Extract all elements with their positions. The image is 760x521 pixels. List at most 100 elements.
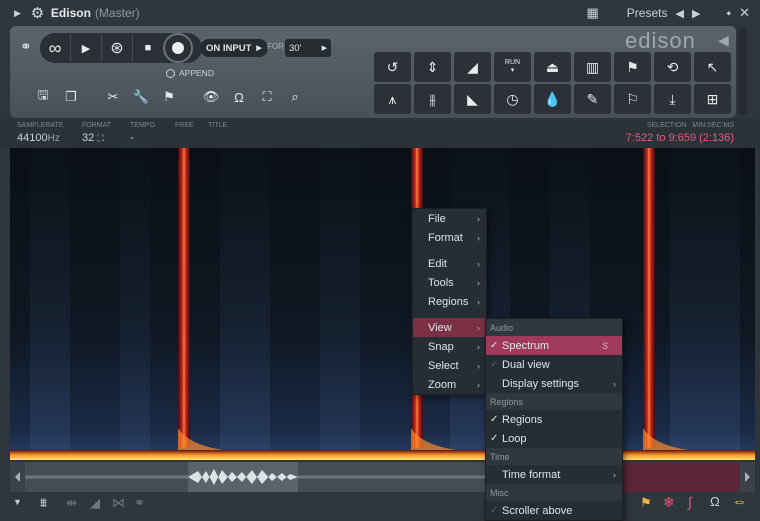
record-button[interactable]: [163, 33, 193, 63]
check-icon: ✓: [490, 359, 499, 370]
curve-icon[interactable]: ∫: [688, 494, 692, 510]
chevron-right-icon: ›: [477, 277, 480, 288]
stop-button[interactable]: ■: [133, 34, 163, 62]
samplerate-value: 44100: [17, 132, 48, 144]
chevron-right-icon: ▶: [321, 45, 327, 52]
append-label: APPEND: [179, 68, 214, 78]
on-input-selector[interactable]: ON INPUT ▶: [200, 39, 268, 57]
time-section-header: Time: [486, 448, 622, 465]
trim-icon[interactable]: ⩚: [374, 84, 411, 114]
format-value: 32: [82, 132, 95, 144]
menu-item-view[interactable]: View ›: [413, 318, 486, 337]
normalize-small-icon[interactable]: ⇹: [66, 495, 77, 511]
chevron-right-icon: ›: [477, 213, 480, 224]
for-value: 30': [289, 42, 302, 54]
menu-item-regions[interactable]: ✓ Regions: [486, 410, 622, 429]
copy-icon[interactable]: ❐: [62, 88, 80, 106]
menu-item-label: Regions: [502, 413, 543, 426]
magnet-icon[interactable]: Ω: [230, 88, 248, 106]
add-marker-icon[interactable]: ⚑: [614, 52, 651, 82]
menu-item-scroller-above[interactable]: ✓ Scroller above: [486, 501, 622, 520]
waveform-overview: [10, 462, 755, 492]
menu-item-label: Time format: [502, 468, 561, 481]
menu-item-loop[interactable]: ✓ Loop: [486, 429, 622, 448]
chevron-right-icon: ▶: [256, 45, 262, 52]
menu-item-format[interactable]: Format ›: [413, 228, 486, 247]
pin-icon[interactable]: ⬩: [726, 5, 731, 21]
menu-item-spectrum[interactable]: ✓ Spectrum S: [486, 336, 622, 355]
equalizer-icon[interactable]: ▥: [574, 52, 611, 82]
clock-icon[interactable]: ◷: [494, 84, 531, 114]
save-selection-icon[interactable]: ⤓: [654, 84, 691, 114]
loop-button[interactable]: ∞: [40, 34, 71, 62]
collapse-triangle-icon[interactable]: ▶: [14, 8, 21, 19]
format-icon[interactable]: ⛶: [97, 133, 103, 143]
feather-icon[interactable]: ✎: [574, 84, 611, 114]
fade-out-icon[interactable]: ◣: [454, 84, 491, 114]
run-macro-icon[interactable]: RUN ▾: [494, 52, 531, 82]
waveform-scroller[interactable]: [10, 462, 755, 492]
menu-item-file[interactable]: File ›: [413, 209, 486, 228]
chevron-right-icon: ›: [477, 232, 480, 243]
flag-icon[interactable]: ⚑: [160, 88, 178, 106]
fade-in-icon[interactable]: ◢: [454, 52, 491, 82]
eye-icon[interactable]: 👁: [202, 88, 220, 106]
zoom-icon[interactable]: ⌕: [286, 88, 304, 106]
magnet-small-icon[interactable]: Ω: [710, 494, 720, 509]
menu-item-label: Snap: [428, 340, 454, 353]
waveform-icon[interactable]: ⩩: [40, 495, 47, 511]
panel-scrollbar[interactable]: [739, 27, 747, 115]
menu-item-label: Dual view: [502, 358, 550, 371]
speaker-icon[interactable]: ◀: [718, 32, 729, 49]
for-duration-selector[interactable]: 30' ▶: [285, 39, 331, 57]
scissors-icon[interactable]: ✂: [104, 88, 122, 106]
link-icon[interactable]: ⚭: [20, 38, 32, 55]
fade-small-icon[interactable]: ◢: [90, 495, 100, 511]
tempo-field: TEMPO -: [130, 122, 155, 144]
noise-gate-icon[interactable]: ⫵: [414, 84, 451, 114]
snowflake-icon[interactable]: ❄: [663, 494, 675, 511]
menu-item-select[interactable]: Select ›: [413, 356, 486, 375]
arrow-right-icon[interactable]: ▶: [692, 7, 700, 20]
record-dot-icon: [172, 42, 184, 54]
resize-arrows-icon[interactable]: ⇔: [732, 493, 747, 510]
menu-item-label: Loop: [502, 432, 527, 445]
menu-item-display-settings[interactable]: Display settings ›: [486, 374, 622, 393]
arrow-left-icon[interactable]: ◀: [675, 7, 683, 20]
menu-item-edit[interactable]: Edit ›: [413, 254, 486, 273]
fullscreen-icon[interactable]: ⛶: [258, 88, 276, 106]
wrench-icon[interactable]: 🔧: [132, 88, 150, 106]
menu-item-label: Edit: [428, 257, 447, 270]
spectrogram-view[interactable]: [10, 148, 755, 460]
menu-item-snap[interactable]: Snap ›: [413, 337, 486, 356]
save-icon[interactable]: 🖫: [34, 87, 52, 106]
close-icon[interactable]: ✕: [739, 5, 750, 21]
play-button[interactable]: ▶: [71, 34, 102, 62]
menu-item-tools[interactable]: Tools ›: [413, 273, 486, 292]
menu-item-zoom[interactable]: Zoom ›: [413, 375, 486, 394]
selection-label: SELECTION: [646, 122, 687, 129]
menu-item-dual-view[interactable]: ✓ Dual view: [486, 355, 622, 374]
reverse-icon[interactable]: ⟲: [654, 52, 691, 82]
append-option[interactable]: APPEND: [166, 68, 214, 78]
record-mode-button[interactable]: ⊛: [102, 34, 133, 62]
marker-icon[interactable]: ⚑: [640, 495, 652, 511]
samplerate-label: SAMPLERATE: [17, 122, 64, 129]
menu-item-regions[interactable]: Regions ›: [413, 292, 486, 311]
menu-item-label: Scroller above: [502, 504, 573, 517]
menu-item-time-format[interactable]: Time format ›: [486, 465, 622, 484]
drop-icon[interactable]: 💧: [534, 84, 571, 114]
cursor-add-icon[interactable]: ↖: [694, 52, 731, 82]
split-marker-icon[interactable]: ⚐: [614, 84, 651, 114]
bottom-toolbar: ▼ ⩩ ⇹ ◢ ⋈ ⚭ ⚑ ❄ ∫ Ω ⇔: [0, 492, 760, 516]
rocket-icon[interactable]: ⏏: [534, 52, 571, 82]
fit-icon[interactable]: ⊞: [694, 84, 731, 114]
presets-label[interactable]: Presets: [627, 6, 668, 20]
dropdown-icon[interactable]: ▼: [13, 497, 22, 507]
link-small-icon[interactable]: ⚭: [134, 495, 145, 511]
grid-icon[interactable]: ▦: [586, 5, 598, 21]
trim-small-icon[interactable]: ⋈: [112, 495, 125, 511]
normalize-icon[interactable]: ⇕: [414, 52, 451, 82]
undo-icon[interactable]: ↺: [374, 52, 411, 82]
gear-icon[interactable]: ⚙: [30, 5, 45, 22]
